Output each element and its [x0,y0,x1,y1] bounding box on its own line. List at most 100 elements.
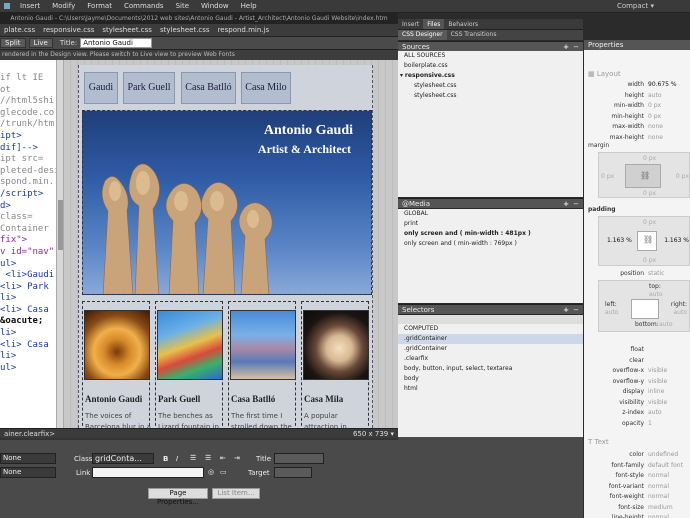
property-row[interactable]: clear [584,356,690,366]
property-row[interactable]: min-height 0 px [584,112,690,122]
add-selector-icon[interactable]: + [563,305,569,315]
padding-right[interactable]: 1.163 % [664,237,689,244]
menu-modify[interactable]: Modify [46,0,81,13]
code-line[interactable]: ipt> [0,131,56,143]
code-line[interactable]: pleted-desi [0,166,56,178]
title-field[interactable] [274,453,324,464]
card-antonio-gaudi[interactable]: Antonio Gaudi The voices of Barcelona bl… [82,301,151,428]
property-value[interactable]: static [648,269,664,279]
media-item[interactable]: only screen and ( min-width : 769px ) [398,239,583,249]
view-splitter[interactable] [56,60,64,428]
link-padding-icon[interactable]: ⛓ [643,235,653,244]
bold-button[interactable]: B [163,455,168,463]
selector-item[interactable]: .gridContainer [398,344,583,354]
source-item[interactable]: stylesheet.css [398,81,583,91]
card-casa-mila[interactable]: Casa Mila A popular attraction in Barcel… [301,301,369,428]
code-line[interactable]: &oacute; [0,316,56,328]
target-select[interactable] [274,467,312,478]
property-value[interactable]: 90.675 % [648,80,677,90]
page-properties-button[interactable]: Page Properties... [148,488,208,506]
property-row[interactable]: max-height none [584,133,690,143]
property-value[interactable]: medium [648,503,673,513]
splitter-handle[interactable] [58,200,63,250]
property-row[interactable]: position static [584,269,690,279]
indent-icon[interactable]: ⇥ [234,454,240,462]
property-row[interactable]: width 90.675 % [584,80,690,90]
property-row[interactable]: min-width 0 px [584,101,690,111]
code-line[interactable]: <li> Casa [0,305,56,317]
menu-commands[interactable]: Commands [118,0,170,13]
top-value[interactable]: auto [649,291,663,298]
property-row[interactable]: color undefined [584,450,690,460]
property-row[interactable]: z-index auto [584,408,690,418]
property-value[interactable]: none [648,133,663,143]
property-value[interactable]: auto [648,408,662,418]
code-line[interactable]: Container [0,224,56,236]
menu-site[interactable]: Site [170,0,195,13]
selector-item[interactable]: .clearfix [398,354,583,364]
card-casa-batllo[interactable]: Casa Batlló The first time I strolled do… [228,301,296,428]
property-row[interactable]: font-family default font [584,461,690,471]
ordered-list-icon[interactable]: ☰ [205,454,211,462]
code-line[interactable]: d> [0,201,56,213]
property-row[interactable]: overflow-x visible [584,366,690,376]
tab-behaviors[interactable]: Behaviors [444,19,482,29]
selector-search[interactable] [398,315,583,324]
property-value[interactable]: normal [648,471,669,481]
remove-media-icon[interactable]: − [573,199,579,209]
code-line[interactable]: ul> [0,259,56,271]
code-line[interactable]: li> [0,351,56,363]
source-item-expanded[interactable]: ▾ responsive.css [398,71,583,81]
code-line[interactable]: glecode.co [0,108,56,120]
margin-right[interactable]: 0 px [676,173,689,180]
menu-format[interactable]: Format [81,0,118,13]
property-value[interactable]: 1 [648,419,652,429]
selector-item[interactable]: COMPUTED [398,324,583,334]
property-row[interactable]: line-height normal [584,513,690,518]
design-view[interactable]: Gaudi Park Guell Casa Batlló Casa Milo A… [64,60,398,428]
code-line[interactable]: class= [0,212,56,224]
source-item[interactable]: ALL SOURCES [398,51,583,61]
code-line[interactable]: v id="nav" [0,247,56,259]
selector-item[interactable]: body [398,374,583,384]
window-size[interactable]: 650 x 739 ▾ [353,429,394,438]
code-line[interactable]: <li> Park [0,282,56,294]
code-line[interactable]: //html5shi [0,96,56,108]
file-tab[interactable]: stylesheet.css [98,26,156,34]
padding-left[interactable]: 1.163 % [607,237,632,244]
code-line[interactable]: /script> [0,189,56,201]
media-item[interactable]: GLOBAL [398,209,583,219]
margin-bottom[interactable]: 0 px [643,190,656,197]
property-value[interactable]: normal [648,513,669,518]
tab-css-designer[interactable]: CSS Designer [398,30,447,40]
code-view[interactable]: if lt IE ot//html5shi glecode.co/trunk/htm… [0,60,56,428]
nav-casa-batllo[interactable]: Casa Batlló [181,72,236,104]
file-tab[interactable]: respond.min.js [214,26,274,34]
property-row[interactable]: opacity 1 [584,419,690,429]
file-tab[interactable]: stylesheet.css [156,26,214,34]
margin-top[interactable]: 0 px [643,155,656,162]
property-value[interactable]: normal [648,492,669,502]
right-value[interactable]: auto [673,309,687,316]
point-to-file-icon[interactable]: ◎ [208,468,214,476]
property-row[interactable]: font-variant normal [584,482,690,492]
nav-gaudi[interactable]: Gaudi [84,72,118,104]
code-line[interactable]: <li> Casa [0,340,56,352]
media-item[interactable]: only screen and ( min-width : 481px ) [398,229,583,239]
property-row[interactable]: display inline [584,387,690,397]
bottom-value[interactable]: auto [659,321,673,328]
property-value[interactable]: 0 px [648,101,661,111]
workspace-switcher[interactable]: Compact ▾ [611,0,660,13]
tab-insert[interactable]: Insert [398,19,423,29]
padding-bottom[interactable]: 0 px [643,257,656,264]
file-tab[interactable]: responsive.css [39,26,98,34]
padding-top[interactable]: 0 px [643,219,656,226]
property-value[interactable]: visible [648,377,667,387]
class-select[interactable]: gridConta... [92,453,154,464]
property-value[interactable]: normal [648,482,669,492]
nav-park-guell[interactable]: Park Guell [123,72,175,104]
italic-button[interactable]: I [176,455,178,463]
remove-selector-icon[interactable]: − [573,305,579,315]
property-value[interactable]: default font [648,461,683,471]
padding-box[interactable]: 0 px 1.163 % 1.163 % 0 px ⛓ [598,216,690,266]
